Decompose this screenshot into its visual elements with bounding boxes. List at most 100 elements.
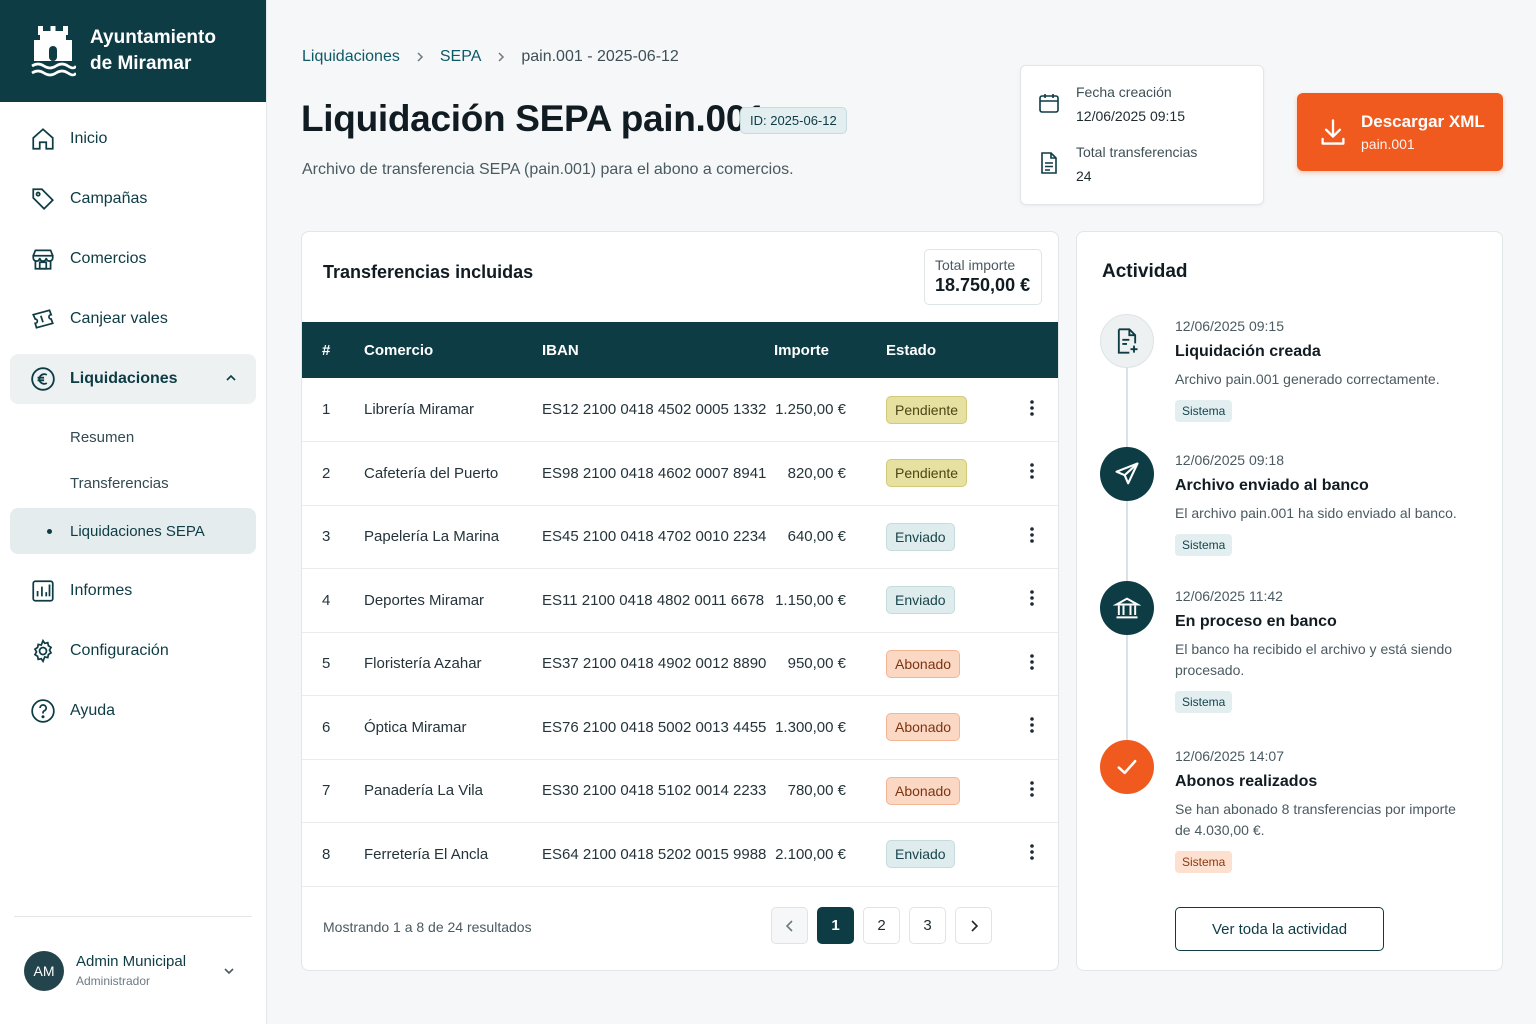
sidebar-item-configuracion[interactable]: Configuración: [10, 626, 256, 676]
event-description: El banco ha recibido el archivo y está s…: [1175, 641, 1453, 678]
cell-actions: [1004, 569, 1058, 633]
more-vertical-icon[interactable]: [1022, 588, 1042, 608]
transfers-table: # Comercio IBAN Importe Estado 1 Librería…: [302, 322, 1058, 887]
cell-comercio: Librería Miramar: [364, 401, 475, 418]
more-vertical-icon[interactable]: [1022, 525, 1042, 545]
breadcrumb: Liquidaciones SEPA pain.001 - 2025-06-12: [302, 48, 679, 66]
sidebar-item-label: Configuración: [70, 642, 169, 659]
col-iban: IBAN: [542, 341, 579, 359]
view-all-activity-button[interactable]: Ver toda la actividad: [1175, 907, 1384, 951]
sidebar-item-liquidaciones[interactable]: Liquidaciones: [10, 354, 256, 404]
cell-estado: Enviado: [886, 823, 1004, 887]
event-time: 12/06/2025 11:42: [1175, 588, 1283, 604]
sidebar-item-label: Inicio: [70, 130, 108, 147]
more-vertical-icon[interactable]: [1022, 842, 1042, 862]
transfers-title: Transferencias incluidas: [323, 262, 534, 282]
brand-name: Ayuntamiento de Miramar: [90, 25, 216, 77]
cell-estado: Abonado: [886, 632, 1004, 696]
more-vertical-icon[interactable]: [1022, 652, 1042, 672]
cell-importe: 950,00 €: [787, 655, 846, 673]
download-xml-button[interactable]: Descargar XML pain.001: [1297, 93, 1503, 171]
cell-comercio: Óptica Miramar: [364, 718, 467, 736]
cell-iban: ES12 2100 0418 4502 0005 1332: [542, 401, 767, 418]
more-vertical-icon[interactable]: [1022, 715, 1042, 735]
sidebar-subitem-transferencias[interactable]: Transferencias: [10, 460, 256, 506]
sidebar-subitem-liquidaciones-sepa[interactable]: Liquidaciones SEPA: [10, 508, 256, 554]
cell-iban: ES98 2100 0418 4602 0007 8941: [542, 464, 767, 482]
status-badge: Abonado: [886, 713, 961, 742]
cell-number: 5: [322, 655, 331, 673]
col-comercio: Comercio: [364, 341, 434, 359]
table-row: 2 Cafetería del Puerto ES98 2100 0418 4602…: [302, 442, 1058, 506]
page-subtitle: Archivo de transferencia SEPA (pain.001)…: [302, 161, 794, 178]
gear-icon: [33, 638, 53, 664]
sidebar-subitem-resumen[interactable]: Resumen: [10, 414, 256, 460]
chevron-right-icon: [498, 52, 505, 62]
breadcrumb-liquidaciones[interactable]: Liquidaciones: [302, 48, 400, 66]
prev-page-button[interactable]: [771, 907, 808, 944]
status-badge: Abonado: [886, 649, 961, 678]
event-description: El archivo pain.001 ha sido enviado al b…: [1175, 505, 1457, 521]
transfers-card: Transferencias incluidas Total importe 1…: [301, 231, 1059, 971]
sidebar-item-canjear-vales[interactable]: Canjear vales: [10, 294, 256, 344]
sidebar-item-comercios[interactable]: Comercios: [10, 234, 256, 284]
col-actions: [1004, 322, 1058, 378]
status-badge: Enviado: [886, 840, 955, 869]
cell-estado: Abonado: [886, 759, 1004, 823]
cell-importe: 780,00 €: [787, 782, 846, 800]
event-tag: Sistema: [1175, 400, 1233, 422]
sidebar-item-label: Informes: [70, 582, 133, 599]
cell-actions: [1004, 632, 1058, 696]
table-header: # Comercio IBAN Importe Estado: [302, 322, 1058, 378]
cell-importe: 1.300,00 €: [775, 718, 846, 736]
chevron-up-icon[interactable]: [224, 371, 238, 385]
sidebar-item-campanas[interactable]: Campañas: [10, 174, 256, 224]
event-description: Se han abonado 8 transferencias por impo…: [1175, 801, 1456, 838]
sidebar-item-inicio[interactable]: Inicio: [10, 114, 256, 164]
chart-icon: [32, 580, 54, 602]
download-icon: [1321, 119, 1345, 145]
cell-number: 8: [322, 845, 331, 863]
cell-importe: 2.100,00 €: [775, 845, 846, 863]
brand-line-1: Ayuntamiento: [90, 27, 216, 48]
cell-actions: [1004, 442, 1058, 506]
status-badge: Pendiente: [886, 459, 968, 488]
page-1-button[interactable]: 1: [817, 907, 854, 944]
event-time: 12/06/2025 09:15: [1175, 318, 1284, 334]
bank-icon: [1113, 597, 1141, 619]
cell-actions: [1004, 696, 1058, 760]
help-icon: [31, 699, 55, 723]
cell-estado: Abonado: [886, 696, 1004, 760]
activity-event: 12/06/2025 11:42 En proceso en banco El …: [1175, 588, 1475, 713]
cell-actions: [1004, 378, 1058, 442]
table-row: 1 Librería Miramar ES12 2100 0418 4502 000…: [302, 378, 1058, 442]
check-icon: [1117, 759, 1137, 775]
chevron-right-icon: [970, 919, 978, 932]
activity-event: 12/06/2025 09:15 Liquidación creada Arch…: [1175, 318, 1475, 422]
cell-comercio: Cafetería del Puerto: [364, 464, 499, 482]
next-page-button[interactable]: [955, 907, 992, 944]
sidebar-item-label: Comercios: [70, 250, 147, 267]
more-vertical-icon[interactable]: [1022, 461, 1042, 481]
id-badge: ID: 2025-06-12: [740, 107, 847, 134]
sidebar-item-label: Canjear vales: [70, 310, 168, 327]
cell-iban: ES30 2100 0418 5102 0014 2233: [542, 782, 767, 800]
table-row: 7 Panadería La Vila ES30 2100 0418 5102 00…: [302, 759, 1058, 823]
sidebar-item-informes[interactable]: Informes: [10, 566, 256, 616]
chevron-down-icon[interactable]: [222, 964, 236, 978]
cell-iban: ES11 2100 0418 4802 0011 6678: [542, 591, 765, 609]
status-badge: Abonado: [886, 776, 961, 805]
file-plus-icon: [1117, 328, 1138, 354]
page-2-button[interactable]: 2: [863, 907, 900, 944]
user-menu[interactable]: AM Admin Municipal Administrador: [14, 916, 252, 1024]
sidebar-item-ayuda[interactable]: Ayuda: [10, 686, 256, 736]
more-vertical-icon[interactable]: [1022, 779, 1042, 799]
cell-iban: ES76 2100 0418 5002 0013 4455: [542, 718, 767, 736]
more-vertical-icon[interactable]: [1022, 398, 1042, 418]
page-3-button[interactable]: 3: [909, 907, 946, 944]
event-title: Abonos realizados: [1175, 773, 1318, 790]
tag-icon: [32, 188, 54, 210]
brand[interactable]: Ayuntamiento de Miramar: [0, 0, 266, 102]
total-label: Total importe: [935, 257, 1016, 273]
breadcrumb-sepa[interactable]: SEPA: [440, 48, 482, 66]
